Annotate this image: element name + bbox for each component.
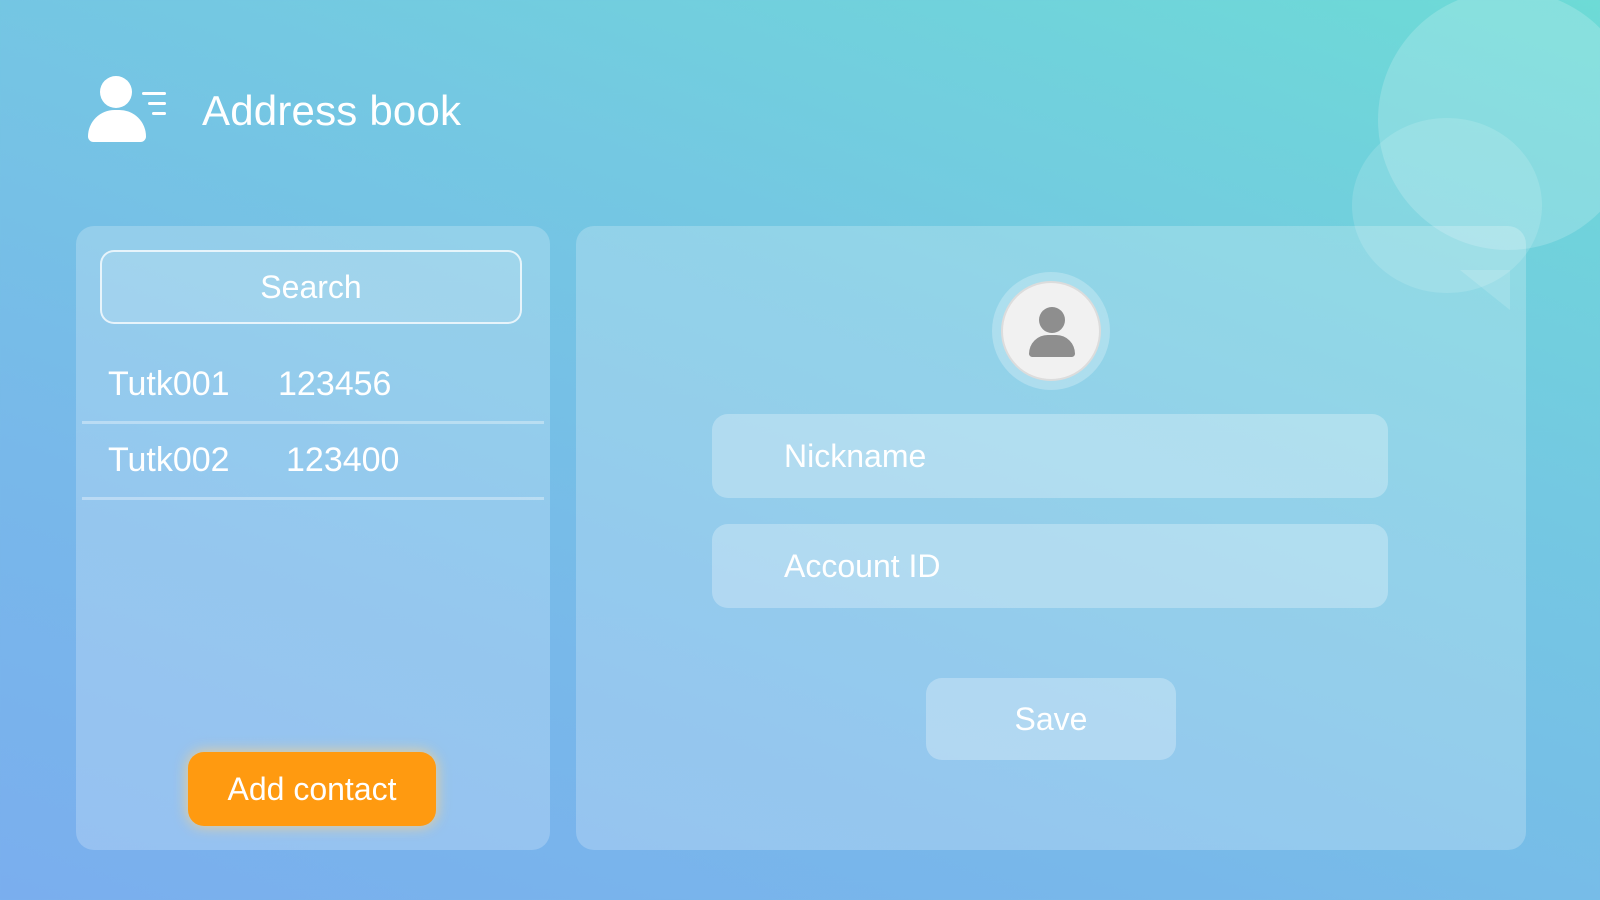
contact-nickname: Tutk001 (108, 365, 230, 403)
nickname-placeholder: Nickname (784, 437, 927, 474)
contact-form-panel: Nickname Account ID Save (576, 226, 1526, 850)
page-header: Address book (86, 74, 461, 148)
add-contact-button[interactable]: Add contact (188, 752, 436, 826)
nickname-field[interactable]: Nickname (712, 414, 1388, 498)
page-title: Address book (202, 87, 462, 134)
contacts-list-icon (86, 74, 172, 148)
contact-account-id: 123456 (278, 365, 392, 403)
list-item[interactable]: Tutk001 123456 (82, 348, 544, 424)
list-item[interactable]: Tutk002 123400 (82, 424, 544, 500)
user-avatar-icon (1001, 281, 1101, 381)
contacts-panel: Search Tutk001 123456 Tutk002 123400 Add… (76, 226, 550, 850)
save-button[interactable]: Save (926, 678, 1176, 760)
account-id-placeholder: Account ID (784, 547, 941, 584)
contact-list: Tutk001 123456 Tutk002 123400 (82, 348, 544, 500)
contact-nickname: Tutk002 (108, 441, 230, 479)
avatar-container[interactable] (992, 272, 1110, 390)
search-input[interactable]: Search (100, 250, 522, 324)
account-id-field[interactable]: Account ID (712, 524, 1388, 608)
contact-account-id: 123400 (286, 441, 400, 479)
